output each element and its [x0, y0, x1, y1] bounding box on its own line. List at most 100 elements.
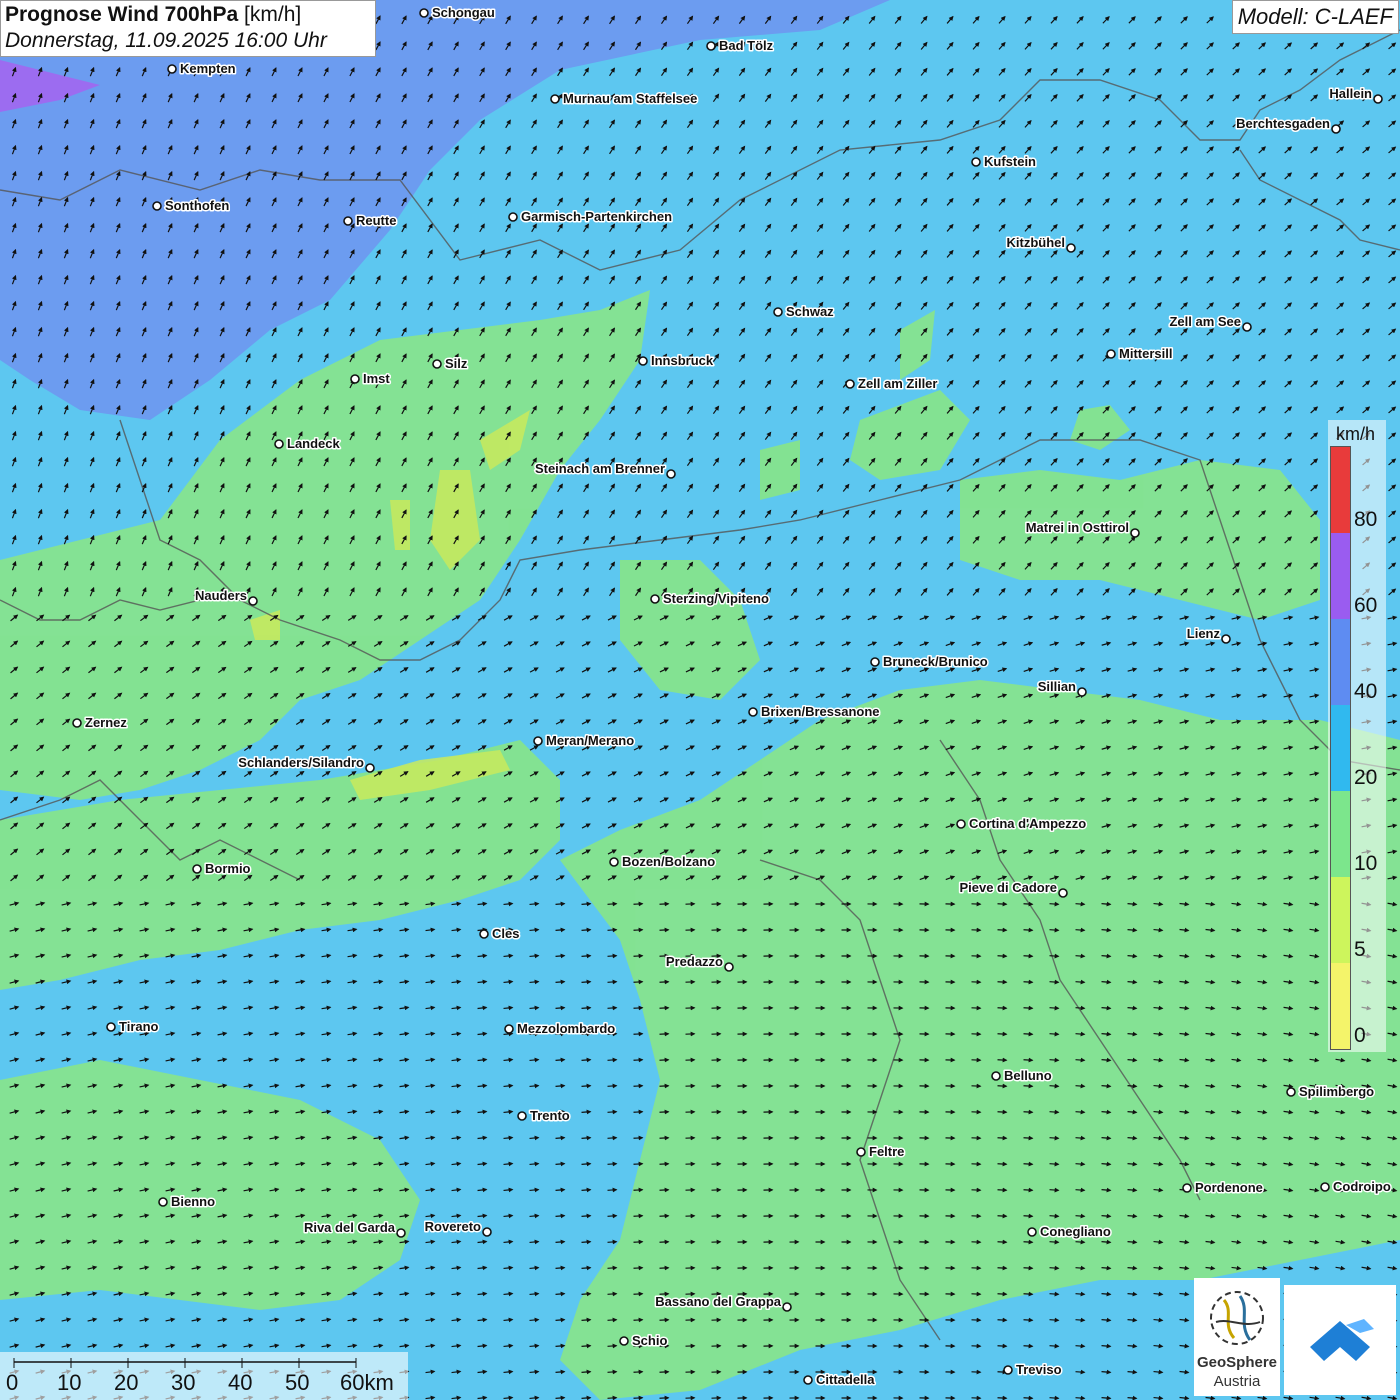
wind-arrow [1101, 1265, 1112, 1271]
legend-label-40: 40 [1354, 680, 1378, 703]
city-berchtesgaden[interactable]: Berchtesgaden [1235, 115, 1341, 134]
city-spilimbergo[interactable]: Spilimbergo [1286, 1083, 1376, 1101]
forecast-datetime: Donnerstag, 11.09.2025 16:00 Uhr [5, 29, 327, 52]
city-sonthofen[interactable]: Sonthofen [152, 197, 231, 215]
wind-arrow [1075, 901, 1086, 907]
wind-arrow [555, 1265, 566, 1271]
city-conegliano[interactable]: Conegliano [1027, 1223, 1112, 1241]
wind-arrow [1075, 1161, 1086, 1167]
wind-arrow [581, 1343, 592, 1349]
wind-arrow [1049, 1005, 1060, 1011]
wind-arrow [1075, 1005, 1086, 1011]
geosphere-emblem-icon [1210, 1291, 1264, 1345]
legend-label-60: 60 [1354, 594, 1378, 617]
legend-segment-5 [1331, 877, 1350, 963]
city-dot-icon [479, 929, 489, 939]
city-mezzolombardo[interactable]: Mezzolombardo [504, 1020, 617, 1038]
wind-arrow [607, 1291, 618, 1297]
wind-arrow [529, 1005, 540, 1011]
city-innsbruck[interactable]: Innsbruck [638, 352, 715, 370]
wind-arrow [1023, 1395, 1034, 1400]
wind-arrow [1049, 901, 1060, 907]
wind-arrow [633, 901, 644, 907]
city-dot-icon [856, 1147, 866, 1157]
city-predazzo[interactable]: Predazzo [664, 953, 734, 972]
wind-arrow [1101, 1317, 1112, 1323]
city-steinach-am-brenner[interactable]: Steinach am Brenner [533, 460, 676, 479]
city-kitzb-hel[interactable]: Kitzbühel [1005, 234, 1076, 253]
city-meran-merano[interactable]: Meran/Merano [533, 732, 636, 750]
wind-arrow [1049, 1135, 1060, 1141]
wind-arrow [1023, 1265, 1034, 1271]
city-dot-icon [845, 379, 855, 389]
city-dot-icon [803, 1375, 813, 1385]
city-label: Schongau [432, 5, 495, 20]
wind-arrow [1127, 1109, 1138, 1115]
wind-arrow [607, 1057, 618, 1063]
wind-arrow [555, 927, 566, 933]
city-label: Sterzing/Vipiteno [663, 591, 769, 606]
wind-arrow [1101, 1187, 1112, 1193]
wind-arrow [555, 1161, 566, 1167]
wind-arrow [1127, 1005, 1138, 1011]
wind-arrow [1127, 1135, 1138, 1141]
wind-arrow [529, 1317, 540, 1323]
city-bruneck-brunico[interactable]: Bruneck/Brunico [870, 653, 989, 671]
partner-logo[interactable] [1284, 1285, 1396, 1395]
wind-arrow [529, 1213, 540, 1219]
city-matrei-in-osttirol[interactable]: Matrei in Osttirol [1024, 519, 1140, 538]
wind-arrow [1101, 1213, 1112, 1219]
city-label: Matrei in Osttirol [1026, 520, 1129, 535]
city-schlanders-silandro[interactable]: Schlanders/Silandro [237, 754, 375, 773]
wind-arrow [1049, 1265, 1060, 1271]
wind-arrow [1075, 1057, 1086, 1063]
wind-arrow [1049, 1239, 1060, 1245]
city-zell-am-ziller[interactable]: Zell am Ziller [845, 375, 939, 393]
legend-segment-80 [1331, 447, 1350, 533]
wind-arrow [1127, 1161, 1138, 1167]
wind-arrow [1127, 1395, 1138, 1400]
wind-arrow [581, 1395, 592, 1400]
city-dot-icon [1058, 888, 1068, 898]
city-dot-icon [870, 657, 880, 667]
wind-arrow [633, 1369, 644, 1375]
wind-arrow [555, 1317, 566, 1323]
title-box: Prognose Wind 700hPa [km/h] Donnerstag, … [0, 0, 376, 57]
city-brixen-bressanone[interactable]: Brixen/Bressanone [748, 703, 881, 721]
wind-arrow [1075, 1369, 1086, 1375]
city-dot-icon [1242, 322, 1252, 332]
wind-arrow [529, 927, 540, 933]
city-bassano-del-grappa[interactable]: Bassano del Grappa [654, 1293, 792, 1312]
city-murnau-am-staffelsee[interactable]: Murnau am Staffelsee [550, 90, 699, 108]
city-sterzing-vipiteno[interactable]: Sterzing/Vipiteno [650, 590, 770, 608]
color-legend: km/h 80 60 40 20 10 5 0 [1328, 420, 1386, 1052]
city-dot-icon [72, 718, 82, 728]
wind-arrow [1049, 1343, 1060, 1349]
city-label: Mezzolombardo [517, 1021, 615, 1036]
city-label: Bassano del Grappa [655, 1294, 781, 1309]
city-cortina-d-ampezzo[interactable]: Cortina d'Ampezzo [956, 815, 1088, 833]
city-zell-am-see[interactable]: Zell am See [1168, 313, 1252, 332]
legend-label-0: 0 [1354, 1024, 1366, 1047]
city-dot-icon [192, 864, 202, 874]
wind-arrow [1127, 953, 1138, 959]
city-garmisch-partenkirchen[interactable]: Garmisch-Partenkirchen [508, 208, 674, 226]
city-label: Mittersill [1119, 346, 1172, 361]
city-label: Zernez [85, 715, 127, 730]
city-riva-del-garda[interactable]: Riva del Garda [302, 1219, 406, 1238]
wind-arrow [633, 1291, 644, 1297]
city-schongau[interactable]: Schongau [419, 4, 496, 22]
city-label: Zell am See [1169, 314, 1241, 329]
wind-arrow [1127, 1343, 1138, 1349]
city-dot-icon [638, 356, 648, 366]
wind-arrow [529, 1395, 540, 1400]
city-dot-icon [1221, 634, 1231, 644]
wind-map[interactable]: Schongau Bad Tölz Kempten Murnau am Staffel… [0, 0, 1400, 1400]
wind-arrow [581, 1291, 592, 1297]
city-bozen-bolzano[interactable]: Bozen/Bolzano [609, 853, 717, 871]
geosphere-logo[interactable]: GeoSphere Austria [1194, 1278, 1280, 1396]
city-dot-icon [152, 201, 162, 211]
city-pordenone[interactable]: Pordenone [1182, 1179, 1264, 1197]
wind-arrow [581, 953, 592, 959]
city-pieve-di-cadore[interactable]: Pieve di Cadore [958, 879, 1068, 898]
